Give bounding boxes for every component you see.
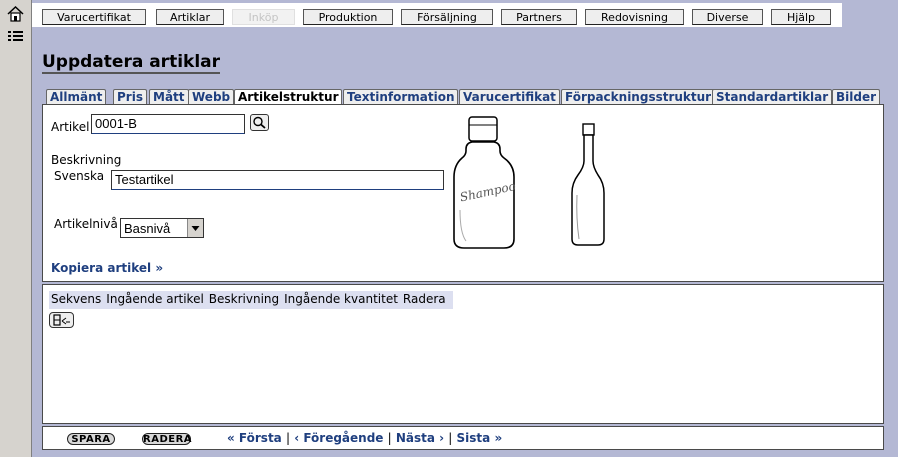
artikelniva-value: Basnivå: [124, 221, 171, 236]
spara-button[interactable]: SPARA: [67, 433, 115, 445]
pager-sep-1: |: [285, 431, 291, 445]
nav-inkop: Inköp: [232, 9, 295, 25]
nav-hjalp[interactable]: Hjälp: [771, 9, 831, 25]
footer-panel: SPARA RADERA « Första | ‹ Föregående | N…: [42, 426, 884, 450]
pager-previous[interactable]: ‹ Föregående: [294, 431, 383, 445]
tab-matt[interactable]: Mått: [149, 89, 189, 104]
nav-diverse[interactable]: Diverse: [692, 9, 763, 25]
pager-sep-2: |: [387, 431, 392, 445]
svenska-label: Svenska: [54, 169, 105, 183]
radera-button[interactable]: RADERA: [142, 433, 192, 445]
tab-allmant[interactable]: Allmänt: [46, 89, 107, 104]
wine-bottle-icon: [568, 123, 608, 247]
add-row-icon: [53, 314, 70, 326]
pager: « Första | ‹ Föregående | Nästa › | Sist…: [227, 431, 502, 445]
nav-varucertifikat[interactable]: Varucertifikat: [42, 9, 146, 25]
svenska-input[interactable]: Testartikel: [111, 170, 444, 190]
search-button[interactable]: [250, 114, 269, 131]
tab-varucertifikat[interactable]: Varucertifikat: [459, 89, 560, 104]
beskrivning-label: Beskrivning: [51, 153, 122, 167]
artikel-label: Artikel: [51, 120, 90, 134]
structure-table-header: Sekvens Ingående artikel Beskrivning Ingåen…: [49, 291, 453, 309]
artikel-input[interactable]: 0001-B: [91, 114, 245, 134]
nav-redovisning[interactable]: Redovisning: [585, 9, 684, 25]
tab-pris[interactable]: Pris: [113, 89, 147, 104]
col-sekvens: Sekvens: [51, 292, 102, 306]
col-beskrivning: Beskrivning: [208, 292, 280, 306]
pager-sep-3: |: [448, 431, 453, 445]
chevron-down-icon: [187, 219, 203, 237]
page-title: Uppdatera artiklar: [42, 52, 221, 74]
nav-artiklar[interactable]: Artiklar: [156, 9, 224, 25]
article-form-panel: Artikel 0001-B Beskrivning Svenska Testa…: [42, 104, 884, 282]
col-ingaende-artikel: Ingående artikel: [106, 292, 204, 306]
top-navigation: Varucertifikat Artiklar Inköp Produktion…: [32, 3, 842, 27]
artikelniva-label: Artikelnivå: [54, 217, 118, 231]
artikelniva-select[interactable]: Basnivå: [120, 218, 204, 238]
pager-next[interactable]: Nästa ›: [396, 431, 444, 445]
nav-partners[interactable]: Partners: [501, 9, 577, 25]
add-row-button[interactable]: [49, 312, 74, 328]
left-sidebar: [0, 0, 32, 457]
tab-textinformation[interactable]: Textinformation: [343, 89, 459, 104]
tab-forpackningsstruktur[interactable]: Förpackningsstruktur: [561, 89, 716, 104]
col-ingaende-kvantitet: Ingående kvantitet: [284, 292, 398, 306]
pager-first[interactable]: « Första: [227, 431, 282, 445]
col-radera: Radera: [402, 292, 446, 306]
structure-panel: Sekvens Ingående artikel Beskrivning Ingåen…: [42, 284, 884, 424]
nav-produktion[interactable]: Produktion: [303, 9, 393, 25]
kopiera-artikel-link[interactable]: Kopiera artikel »: [51, 261, 163, 275]
home-icon[interactable]: [7, 5, 24, 22]
tab-webb[interactable]: Webb: [188, 89, 235, 104]
tab-bilder[interactable]: Bilder: [832, 89, 881, 104]
pager-last[interactable]: Sista »: [457, 431, 503, 445]
shampoo-bottle-icon: Shampoo: [452, 115, 520, 251]
magnifier-icon: [253, 116, 266, 129]
tab-standardartiklar[interactable]: Standardartiklar: [712, 89, 833, 104]
list-icon[interactable]: [7, 29, 24, 45]
tab-artikelstruktur[interactable]: Artikelstruktur: [234, 89, 343, 105]
nav-forsaljning[interactable]: Försäljning: [401, 9, 493, 25]
